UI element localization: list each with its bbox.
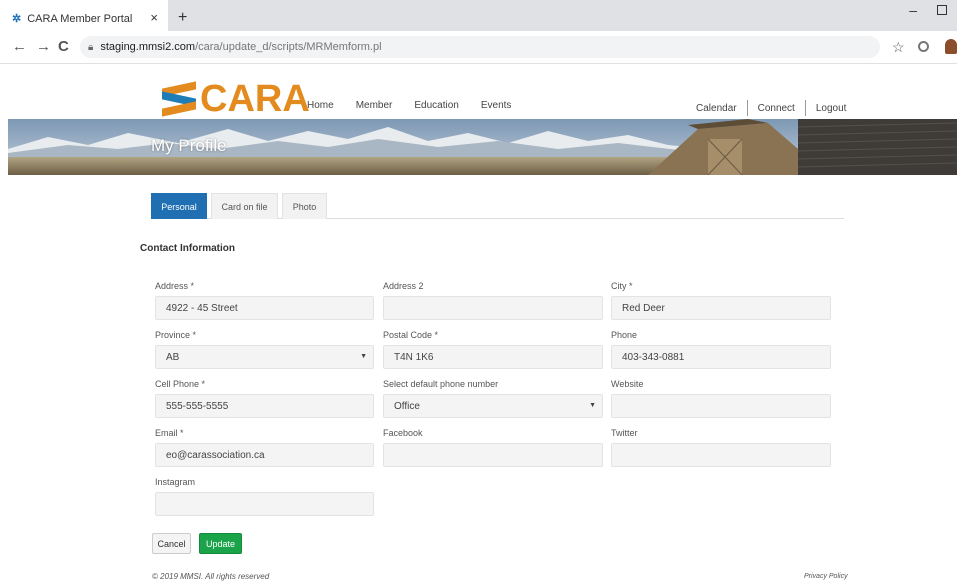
website-label: Website [611,379,644,389]
postal-code-field[interactable]: T4N 1K6 [383,345,603,369]
email-label: Email * [155,428,184,438]
divider [746,100,748,116]
phone-field[interactable]: 403-343-0881 [611,345,831,369]
facebook-field[interactable] [383,443,603,467]
city-field[interactable]: Red Deer [611,296,831,320]
bookmark-star-icon[interactable]: ☆ [892,39,905,56]
default-phone-select[interactable]: Office ▼ [383,394,603,418]
tab-photo[interactable]: Photo [282,193,327,219]
logo-text: CARA [200,78,310,120]
facebook-label: Facebook [383,428,423,438]
close-tab-icon[interactable]: × [150,10,158,25]
lock-icon: 🔒︎ [88,41,94,53]
nav-home[interactable]: Home [307,100,334,111]
profile-avatar[interactable] [945,39,957,54]
page-title: My Profile [151,136,227,155]
dropdown-caret-icon: ▼ [589,402,596,409]
instagram-field[interactable] [155,492,374,516]
address2-label: Address 2 [383,281,424,291]
tab-personal[interactable]: Personal [151,193,207,219]
tab-strip [168,0,957,31]
browser-tab[interactable]: ✲ CARA Member Portal × [0,6,168,31]
tab-card-on-file[interactable]: Card on file [211,193,278,219]
browser-tab-bar: ✲ CARA Member Portal × + – [0,0,957,31]
cell-label: Cell Phone * [155,379,206,389]
city-label: City * [611,281,633,291]
nav-events[interactable]: Events [481,100,512,111]
address-bar: ← → C 🔒︎ staging.mmsi2.com/cara/update_d… [0,31,957,64]
nav-connect[interactable]: Connect [758,103,795,114]
nav-education[interactable]: Education [414,100,458,111]
email-field[interactable]: eo@carassociation.ca [155,443,374,467]
twitter-label: Twitter [611,428,638,438]
divider [804,100,806,116]
cell-value: 555-555-5555 [166,400,229,412]
nav-logout[interactable]: Logout [816,103,847,114]
website-field[interactable] [611,394,831,418]
update-button[interactable]: Update [199,533,242,554]
phone-value: 403-343-0881 [622,351,685,363]
province-label: Province * [155,330,197,340]
city-value: Red Deer [622,302,665,314]
main-nav: Home Member Education Events [307,100,533,111]
logo-mark-icon [162,81,198,117]
phone-label: Phone [611,330,638,340]
nav-member[interactable]: Member [356,100,393,111]
province-value: AB [166,351,180,363]
postal-value: T4N 1K6 [394,351,434,363]
back-button[interactable]: ← [12,38,27,55]
tab-title: CARA Member Portal [27,12,133,25]
address-label: Address * [155,281,195,291]
favicon-icon: ✲ [12,13,22,25]
profile-tabs: Personal Card on file Photo [151,193,844,219]
new-tab-button[interactable]: + [178,9,187,27]
cell-phone-field[interactable]: 555-555-5555 [155,394,374,418]
section-title: Contact Information [140,243,235,254]
nav-calendar[interactable]: Calendar [696,103,737,114]
dropdown-caret-icon: ▼ [360,353,367,360]
address-value: 4922 - 45 Street [166,302,238,314]
utility-nav: Calendar Connect Logout [696,100,846,116]
address2-field[interactable] [383,296,603,320]
default-phone-value: Office [394,400,420,412]
forward-button[interactable]: → [36,38,51,55]
twitter-field[interactable] [611,443,831,467]
reload-button[interactable]: C [58,38,69,55]
url-input[interactable]: 🔒︎ staging.mmsi2.com/cara/update_d/scrip… [80,36,880,58]
cancel-button[interactable]: Cancel [152,533,191,554]
province-select[interactable]: AB ▼ [155,345,374,369]
cara-logo[interactable]: CARA [162,78,310,120]
extension-icon[interactable] [918,41,929,52]
address-field[interactable]: 4922 - 45 Street [155,296,374,320]
footer-copyright: © 2019 MMSI. All rights reserved [152,572,270,581]
instagram-label: Instagram [155,477,196,487]
minimize-icon[interactable]: – [909,2,917,18]
url-path: /cara/update_d/scripts/MRMemform.pl [195,41,382,53]
url-host: staging.mmsi2.com [100,41,196,53]
email-value: eo@carassociation.ca [166,449,265,461]
postal-label: Postal Code * [383,330,439,340]
maximize-icon[interactable] [937,5,947,15]
default-phone-label: Select default phone number [383,379,499,389]
